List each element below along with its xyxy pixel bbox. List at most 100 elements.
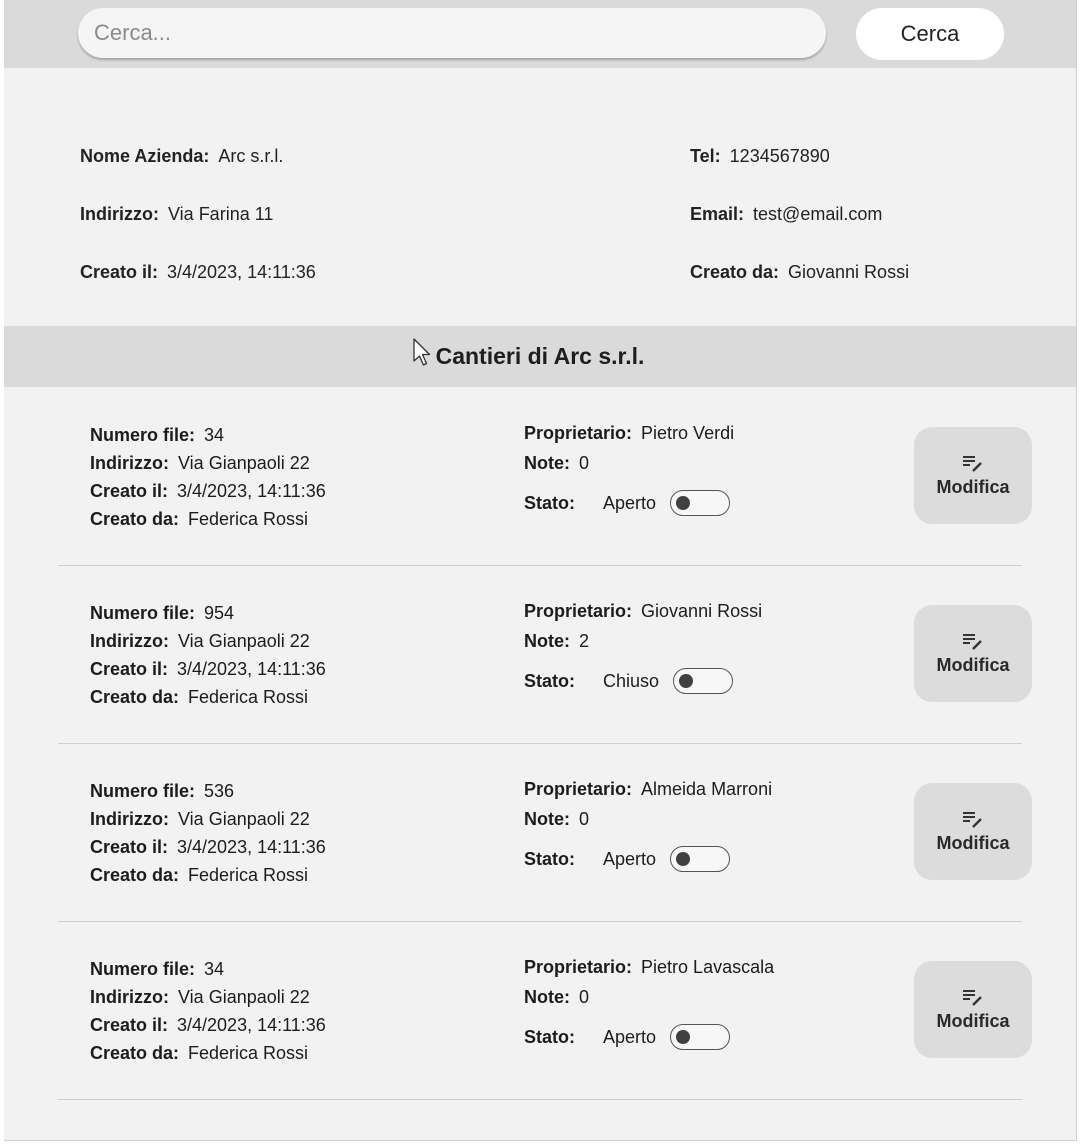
site-created-by-row: Creato da: Federica Rossi [90,683,326,711]
site-created-row: Creato il: 3/4/2023, 14:11:36 [90,655,326,683]
notes-label: Note: [524,453,570,473]
notes-label: Note: [524,987,570,1007]
notes-value: 0 [579,987,590,1007]
site-address-row: Indirizzo: Via Gianpaoli 22 [90,627,326,655]
site-notes-row: Note: 0 [524,987,589,1008]
edit-button-label: Modifica [936,655,1010,675]
site-file-number-row: Numero file: 536 [90,777,326,805]
search-button[interactable]: Cerca [856,8,1004,60]
file-number-value: 34 [204,425,225,445]
file-number-label: Numero file: [90,781,196,801]
site-owner-row: Proprietario: Pietro Lavascala [524,957,774,978]
site-card: Numero file: 34 Indirizzo: Via Gianpaoli 2… [58,921,1032,1100]
company-tel-label: Tel: [690,146,721,166]
created-by-label: Creato da: [90,687,180,707]
site-created-row: Creato il: 3/4/2023, 14:11:36 [90,1011,326,1039]
company-name-row: Nome Azienda: Arc s.r.l. [80,146,283,167]
edit-button-label: Modifica [936,1011,1010,1031]
site-created-by-row: Creato da: Federica Rossi [90,1039,326,1067]
owner-value: Pietro Lavascala [641,957,775,977]
created-by-value: Federica Rossi [188,865,309,885]
created-value: 3/4/2023, 14:11:36 [177,1015,326,1035]
section-title: Cantieri di Arc s.r.l. [435,343,645,369]
company-email-value: test@email.com [753,204,883,224]
company-email-label: Email: [690,204,745,224]
created-by-value: Federica Rossi [188,1043,309,1063]
company-created-label: Creato il: [80,262,159,282]
site-notes-row: Note: 0 [524,809,589,830]
site-status-row: Stato: Aperto [524,490,731,517]
address-label: Indirizzo: [90,631,169,651]
edit-button[interactable]: Modifica [914,605,1032,702]
site-file-number-row: Numero file: 34 [90,955,326,983]
company-created-row: Creato il: 3/4/2023, 14:11:36 [80,262,316,283]
address-value: Via Gianpaoli 22 [178,453,310,473]
created-by-label: Creato da: [90,865,180,885]
search-input[interactable] [78,8,826,58]
created-by-value: Federica Rossi [188,687,309,707]
site-status-row: Stato: Chiuso [524,668,734,695]
site-notes-row: Note: 0 [524,453,589,474]
created-by-label: Creato da: [90,509,180,529]
owner-label: Proprietario: [524,601,633,621]
site-owner-row: Proprietario: Almeida Marroni [524,779,772,800]
app-window: Cerca Nome Azienda: Arc s.r.l. Indirizzo:… [4,0,1077,1141]
site-created-by-row: Creato da: Federica Rossi [90,505,326,533]
edit-button[interactable]: Modifica [914,783,1032,880]
edit-note-icon [963,456,982,472]
status-value: Aperto [603,492,657,513]
file-number-value: 954 [204,603,235,623]
notes-label: Note: [524,631,570,651]
site-card: Numero file: 536 Indirizzo: Via Gianpaoli … [58,743,1032,922]
status-value: Chiuso [603,670,660,691]
created-label: Creato il: [90,837,169,857]
address-label: Indirizzo: [90,453,169,473]
company-created-value: 3/4/2023, 14:11:36 [167,262,316,282]
site-details: Numero file: 34 Indirizzo: Via Gianpaoli 2… [90,955,326,1067]
toggle-knob [676,496,691,510]
status-value: Aperto [603,1026,657,1047]
notes-value: 0 [579,453,590,473]
status-value: Aperto [603,848,657,869]
toggle-knob [679,674,694,688]
site-file-number-row: Numero file: 954 [90,599,326,627]
company-address-value: Via Farina 11 [168,204,274,224]
site-address-row: Indirizzo: Via Gianpaoli 22 [90,805,326,833]
owner-value: Almeida Marroni [641,779,773,799]
edit-button-label: Modifica [936,477,1010,497]
owner-label: Proprietario: [524,779,633,799]
owner-value: Giovanni Rossi [641,601,763,621]
status-label: Stato: [524,1026,575,1047]
site-owner-row: Proprietario: Giovanni Rossi [524,601,762,622]
edit-button[interactable]: Modifica [914,427,1032,524]
address-label: Indirizzo: [90,987,169,1007]
file-number-label: Numero file: [90,959,196,979]
site-details: Numero file: 34 Indirizzo: Via Gianpaoli 2… [90,421,326,533]
status-toggle[interactable] [670,490,731,516]
company-tel-row: Tel: 1234567890 [690,146,830,167]
status-toggle[interactable] [673,668,734,694]
edit-note-icon [963,812,982,828]
section-header: Cantieri di Arc s.r.l. [4,326,1076,387]
site-status-row: Stato: Aperto [524,846,731,873]
file-number-label: Numero file: [90,603,196,623]
company-address-label: Indirizzo: [80,204,159,224]
edit-button-label: Modifica [936,833,1010,853]
site-created-row: Creato il: 3/4/2023, 14:11:36 [90,833,326,861]
site-notes-row: Note: 2 [524,631,589,652]
notes-label: Note: [524,809,570,829]
created-value: 3/4/2023, 14:11:36 [177,659,326,679]
owner-label: Proprietario: [524,423,633,443]
created-value: 3/4/2023, 14:11:36 [177,837,326,857]
company-name-value: Arc s.r.l. [218,146,284,166]
status-toggle[interactable] [670,846,731,872]
created-value: 3/4/2023, 14:11:36 [177,481,326,501]
site-details: Numero file: 536 Indirizzo: Via Gianpaoli … [90,777,326,889]
company-tel-value: 1234567890 [729,146,830,166]
company-address-row: Indirizzo: Via Farina 11 [80,204,273,225]
site-status-row: Stato: Aperto [524,1024,731,1051]
site-card: Numero file: 34 Indirizzo: Via Gianpaoli 2… [58,387,1032,566]
status-toggle[interactable] [670,1024,731,1050]
edit-button[interactable]: Modifica [914,961,1032,1058]
site-file-number-row: Numero file: 34 [90,421,326,449]
